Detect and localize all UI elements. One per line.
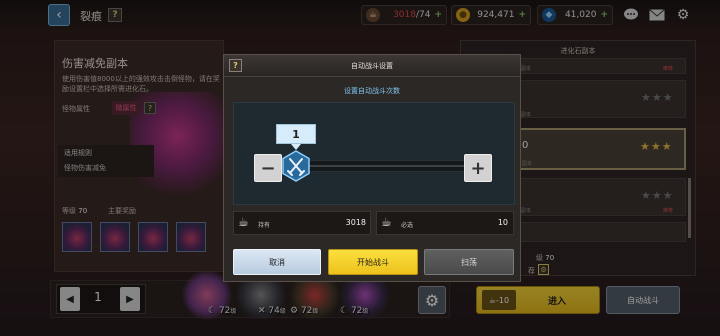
owned-label: 持有 [258, 222, 271, 229]
dialog-subtitle: 设置自动战斗次数 [344, 87, 400, 95]
owned-value: 3018 [345, 218, 366, 227]
coffee-cup-icon: ☕ [238, 215, 249, 229]
cancel-button[interactable]: 取消 [233, 249, 321, 275]
decrease-button[interactable]: − [254, 154, 282, 182]
increase-button[interactable]: + [464, 154, 492, 182]
sweep-button[interactable]: 扫荡 [424, 249, 514, 275]
battle-count-display: 1 [276, 124, 316, 144]
required-value: 10 [497, 218, 508, 227]
coffee-cup-icon: ☕ [381, 215, 392, 229]
start-battle-button[interactable]: 开始战斗 [328, 249, 418, 275]
required-label: 必选 [401, 222, 414, 229]
dialog-title: 自动战斗设置 [351, 62, 393, 70]
slider-knob[interactable] [281, 150, 311, 182]
